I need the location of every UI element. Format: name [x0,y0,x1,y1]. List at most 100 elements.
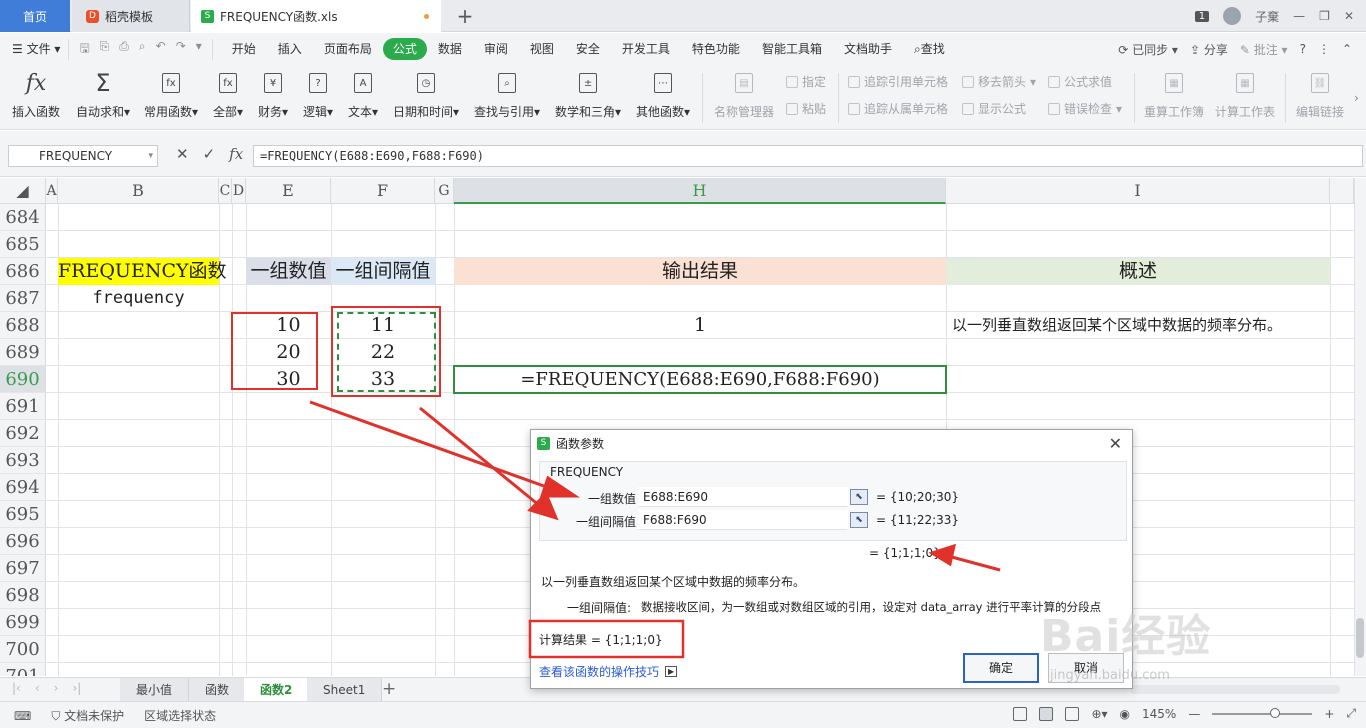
row-header-692[interactable]: 692 [0,420,46,447]
remove-arrows-button[interactable]: 移去箭头 ▾ [962,73,1036,90]
menu-review[interactable]: 审阅 [473,38,519,60]
row-header-689[interactable]: 689 [0,339,46,366]
tab-document[interactable]: S FREQUENCY函数.xls [191,0,441,32]
arg1-input[interactable]: E688:E690 [638,487,848,507]
save-icon[interactable]: 🖫 [79,39,89,60]
cell-f686[interactable]: 一组间隔值 [331,258,435,285]
tab-home[interactable]: 首页 [0,0,70,32]
menu-doc-assistant[interactable]: 文档助手 [833,38,903,60]
menu-special[interactable]: 特色功能 [681,38,751,60]
user-name[interactable]: 子棄 [1255,8,1279,25]
row-header-701[interactable]: 701 [0,663,46,676]
row-header-686[interactable]: 686 [0,258,46,285]
cell-h688[interactable]: 1 [454,312,946,339]
first-sheet-icon[interactable]: |‹ [12,681,21,695]
row-header-685[interactable]: 685 [0,231,46,258]
text-button[interactable]: A 文本▾ [348,69,378,120]
row-header-687[interactable]: 687 [0,285,46,312]
ok-button[interactable]: 确定 [963,653,1039,683]
recalculate-workbook-button[interactable]: ▦ 重算工作簿 [1144,69,1204,120]
undo-icon[interactable]: ↶ [156,39,166,60]
name-manager-button[interactable]: ▤ 名称管理器 [714,69,774,120]
trace-dependents-button[interactable]: 追踪从属单元格 [848,100,948,117]
menu-view[interactable]: 视图 [519,38,565,60]
menu-insert[interactable]: 插入 [267,38,313,60]
status-more-icon[interactable]: ⤢ [1346,706,1356,721]
new-tab-button[interactable]: + [454,0,476,32]
sheet-tab-sheet1[interactable]: Sheet1 [307,678,383,702]
formula-input[interactable]: =FREQUENCY(E688:E690,F688:F690) [253,145,1363,167]
edit-links-button[interactable]: ⛓ 编辑链接 [1296,69,1344,120]
confirm-formula-icon[interactable]: ✓ [203,145,216,163]
insert-function-icon[interactable]: fx [229,145,243,163]
qa-more-icon[interactable]: ▾ [196,39,202,60]
dialog-title-bar[interactable]: S 函数参数 [531,430,1132,456]
file-menu[interactable]: ☰ 文件 ▾ [0,38,68,60]
print-icon[interactable]: ⎙ [119,39,129,60]
column-header-h[interactable]: H [454,178,946,204]
export-icon[interactable]: ⎘ [100,39,110,60]
autosum-button[interactable]: Σ 自动求和▾ [76,69,130,120]
zoom-in-icon[interactable]: + [1324,707,1334,721]
preview-icon[interactable]: ⌕ [139,39,146,60]
cell-b687[interactable]: frequency [58,285,219,312]
evaluate-formula-button[interactable]: 公式求值 [1048,73,1112,90]
page-break-icon[interactable]: ⊕▾ [1091,707,1107,721]
vertical-scroll-thumb[interactable] [1356,618,1364,658]
column-header-next[interactable] [1330,178,1354,204]
collapse-dialog-icon[interactable]: ⬉ [850,489,868,505]
sheet-tab-function[interactable]: 函数 [189,678,247,702]
menu-page-layout[interactable]: 页面布局 [313,38,383,60]
show-formulas-button[interactable]: 显示公式 [962,100,1026,117]
menu-smart-tools[interactable]: 智能工具箱 [751,38,833,60]
redo-icon[interactable]: ↷ [176,39,186,60]
insert-function-button[interactable]: fx 插入函数 [12,69,60,120]
chevron-down-icon[interactable]: ▾ [148,146,153,166]
row-header-695[interactable]: 695 [0,501,46,528]
row-header-693[interactable]: 693 [0,447,46,474]
normal-view-icon[interactable] [1039,706,1054,721]
other-functions-button[interactable]: ⋯ 其他函数▾ [636,69,690,120]
cell-b686[interactable]: FREQUENCY函数 [58,258,227,285]
last-sheet-icon[interactable]: ›| [72,681,81,695]
paste-name-button[interactable]: 粘贴 [786,100,826,117]
ribbon-scroll-right-icon[interactable]: › [1354,91,1359,105]
close-window-icon[interactable]: ✕ [1344,9,1354,23]
search-menu[interactable]: ⌕查找 [903,38,956,60]
menu-formulas[interactable]: 公式 [382,38,427,60]
menu-home[interactable]: 开始 [221,38,267,60]
column-header-c[interactable]: C [219,178,232,204]
vertical-scrollbar[interactable] [1354,178,1366,676]
more-icon[interactable]: ⋮ [1318,42,1330,56]
eye-protect-icon[interactable]: ◉ [1120,707,1130,721]
finance-button[interactable]: ¥ 财务▾ [258,69,288,120]
menu-security[interactable]: 安全 [565,38,611,60]
row-header-700[interactable]: 700 [0,636,46,663]
next-sheet-icon[interactable]: › [54,681,59,695]
row-header-690[interactable]: 690 [0,366,46,393]
tab-daoke-templates[interactable]: D 稻壳模板 [72,0,190,32]
fullscreen-icon[interactable] [1013,706,1028,721]
sync-status[interactable]: ⟳ 已同步 ▾ [1118,41,1178,58]
calculate-sheet-button[interactable]: ▦ 计算工作表 [1215,69,1275,120]
row-header-694[interactable]: 694 [0,474,46,501]
row-header-684[interactable]: 684 [0,204,46,231]
row-header-697[interactable]: 697 [0,555,46,582]
zoom-slider-knob[interactable] [1270,707,1281,718]
sheet-tab-min[interactable]: 最小值 [120,678,190,702]
column-header-i[interactable]: I [946,178,1330,204]
window-count-badge[interactable]: 1 [1194,10,1210,22]
datetime-button[interactable]: ◷ 日期和时间▾ [393,69,459,120]
close-icon[interactable]: ✕ [1109,434,1122,453]
common-functions-button[interactable]: fx 常用函数▾ [144,69,198,120]
trace-precedents-button[interactable]: 追踪引用单元格 [848,73,948,90]
help-icon[interactable]: ? [1300,42,1306,56]
prev-sheet-icon[interactable]: ‹ [35,681,40,695]
menu-developer[interactable]: 开发工具 [611,38,681,60]
lookup-button[interactable]: ⌕ 查找与引用▾ [474,69,540,120]
menu-data[interactable]: 数据 [427,38,473,60]
row-header-691[interactable]: 691 [0,393,46,420]
all-functions-button[interactable]: fx 全部▾ [213,69,243,120]
collapse-ribbon-icon[interactable]: ⌃ [1342,42,1352,56]
annotate-button[interactable]: ✎ 批注 ▾ [1240,41,1288,58]
